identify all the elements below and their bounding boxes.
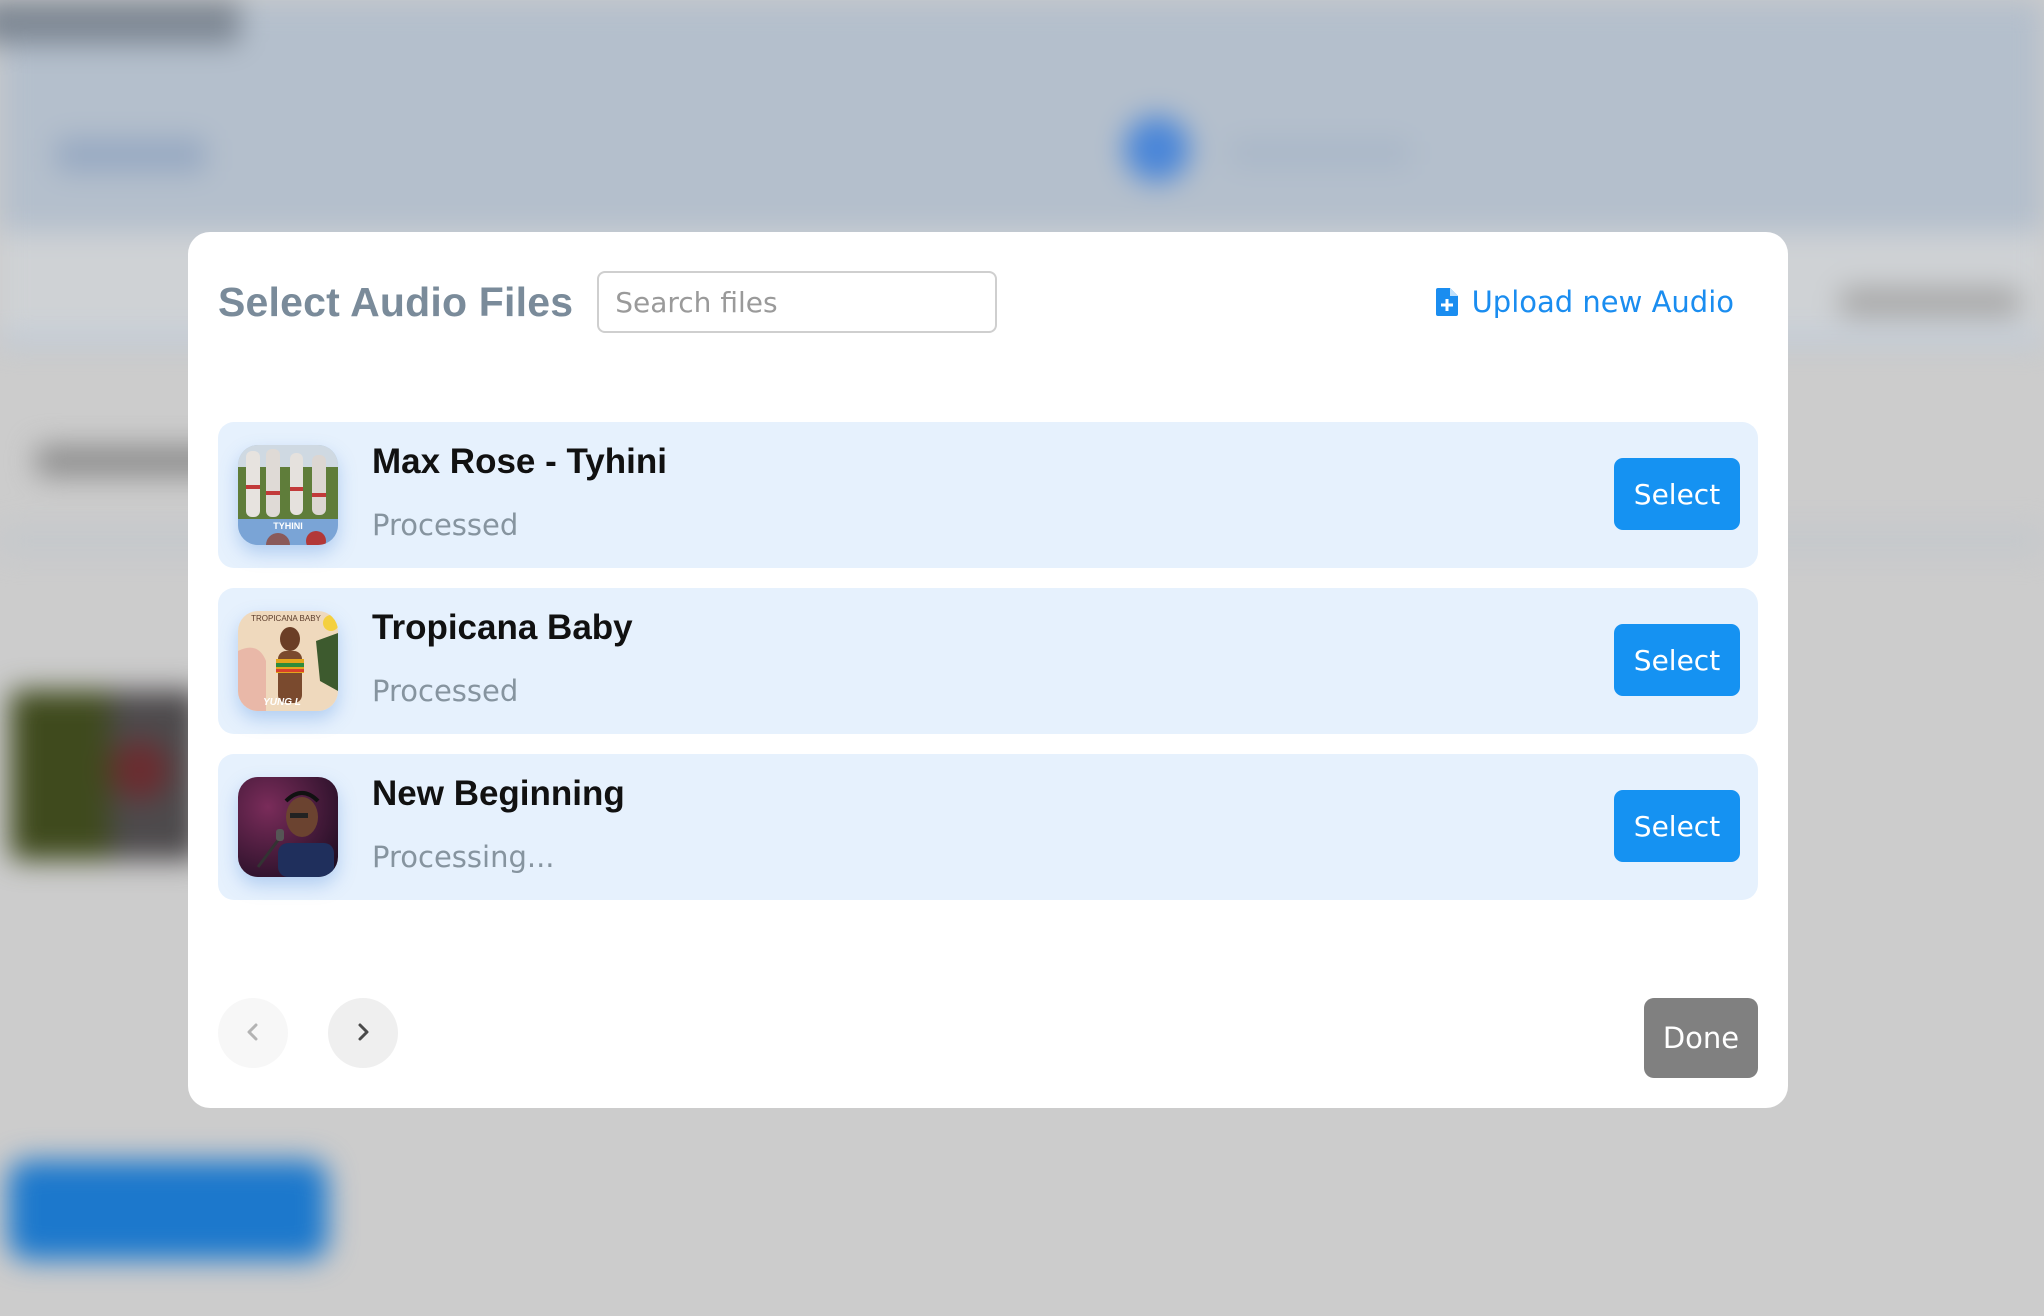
audio-file-status: Processed xyxy=(372,508,519,542)
search-files-input[interactable] xyxy=(597,271,998,333)
pagination xyxy=(218,998,398,1068)
chevron-right-icon xyxy=(352,1021,374,1046)
background-step-indicator xyxy=(1124,116,1190,182)
background-media-accent xyxy=(110,740,170,800)
thumbnail-text: TYHINI xyxy=(273,521,303,531)
upload-new-audio-label: Upload new Audio xyxy=(1471,285,1734,319)
background-primary-button xyxy=(8,1160,328,1260)
audio-file-row: TROPICANA BABY YUNG L Tropicana Baby Pro… xyxy=(218,588,1758,734)
select-button[interactable]: Select xyxy=(1614,624,1740,696)
thumbnail-subtext: YUNG L xyxy=(263,697,301,708)
previous-page-button[interactable] xyxy=(218,998,288,1068)
modal-title: Select Audio Files xyxy=(218,278,574,325)
modal-header: Select Audio Files Upload new Audio xyxy=(218,270,1758,334)
background-header xyxy=(0,0,2044,232)
background-page-heading xyxy=(0,0,240,44)
audio-file-title: Tropicana Baby xyxy=(372,608,633,647)
audio-file-title: Max Rose - Tyhini xyxy=(372,442,667,481)
audio-file-row: TYHINI Max Rose - Tyhini Processed Selec… xyxy=(218,422,1758,568)
album-thumbnail: TYHINI xyxy=(238,445,338,545)
background-media-thumbnail xyxy=(10,690,120,860)
background-tab xyxy=(56,138,206,172)
audio-file-status: Processing... xyxy=(372,840,555,874)
background-step-label xyxy=(1230,140,1410,166)
audio-file-status: Processed xyxy=(372,674,519,708)
file-plus-icon xyxy=(1435,288,1458,316)
album-thumbnail xyxy=(238,777,338,877)
next-page-button[interactable] xyxy=(328,998,398,1068)
select-audio-modal: Select Audio Files Upload new Audio xyxy=(188,232,1788,1108)
select-button[interactable]: Select xyxy=(1614,790,1740,862)
audio-file-row: New Beginning Processing... Select xyxy=(218,754,1758,900)
thumbnail-text: TROPICANA BABY xyxy=(251,614,321,623)
audio-file-list: TYHINI Max Rose - Tyhini Processed Selec… xyxy=(218,422,1758,920)
chevron-left-icon xyxy=(242,1021,264,1046)
done-button[interactable]: Done xyxy=(1644,998,1758,1078)
audio-file-title: New Beginning xyxy=(372,774,625,813)
album-thumbnail: TROPICANA BABY YUNG L xyxy=(238,611,338,711)
background-right-label xyxy=(1840,288,2020,316)
upload-new-audio-link[interactable]: Upload new Audio xyxy=(1435,285,1734,319)
select-button[interactable]: Select xyxy=(1614,458,1740,530)
